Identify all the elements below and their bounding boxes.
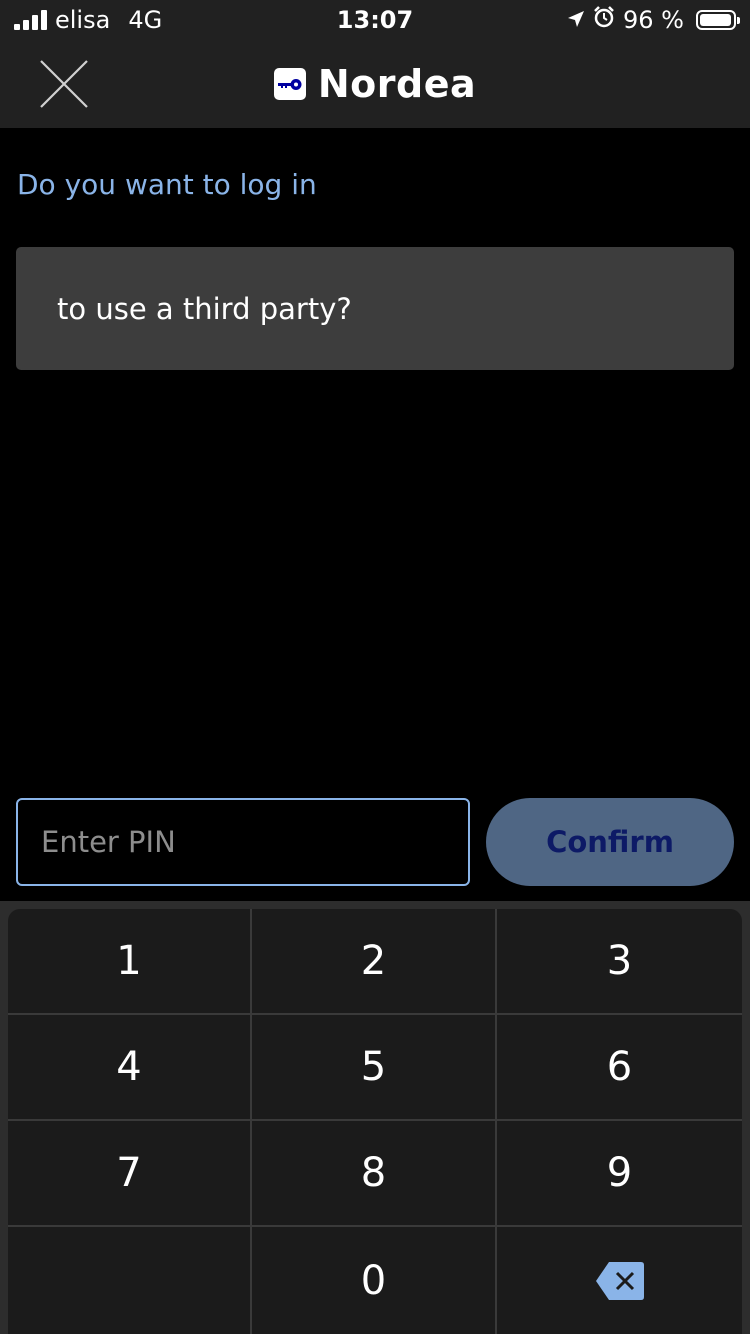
key-blank bbox=[8, 1227, 252, 1334]
battery-fill bbox=[700, 14, 731, 26]
keypad-grid: 1 2 3 4 5 6 7 8 9 0 bbox=[8, 909, 742, 1334]
pin-input[interactable] bbox=[16, 798, 470, 886]
key-4[interactable]: 4 bbox=[8, 1015, 252, 1121]
network-type: 4G bbox=[128, 6, 163, 34]
alarm-icon bbox=[593, 6, 615, 34]
carrier-name: elisa bbox=[55, 6, 111, 34]
card-text: to use a third party? bbox=[57, 291, 352, 326]
status-right: 96 % bbox=[567, 0, 740, 40]
app-header: Nordea bbox=[0, 40, 750, 128]
key-6[interactable]: 6 bbox=[497, 1015, 742, 1121]
backspace-icon bbox=[595, 1261, 644, 1300]
status-left: elisa 4G bbox=[14, 0, 162, 40]
location-arrow-icon bbox=[567, 6, 585, 34]
login-confirmation-screen: elisa 4G 13:07 96 % Nordea Do you want t… bbox=[0, 0, 750, 1334]
login-question: Do you want to log in bbox=[17, 168, 317, 201]
confirm-button[interactable]: Confirm bbox=[486, 798, 734, 886]
key-1[interactable]: 1 bbox=[8, 909, 252, 1015]
key-icon bbox=[273, 68, 306, 100]
battery-icon bbox=[696, 10, 740, 30]
third-party-card: to use a third party? bbox=[16, 247, 734, 370]
key-0[interactable]: 0 bbox=[252, 1227, 497, 1334]
key-5[interactable]: 5 bbox=[252, 1015, 497, 1121]
nordea-logo: Nordea bbox=[0, 40, 750, 128]
brand-name: Nordea bbox=[317, 62, 477, 106]
close-button[interactable] bbox=[26, 50, 102, 118]
key-7[interactable]: 7 bbox=[8, 1121, 252, 1227]
numeric-keypad: 1 2 3 4 5 6 7 8 9 0 bbox=[0, 901, 750, 1334]
key-9[interactable]: 9 bbox=[497, 1121, 742, 1227]
key-3[interactable]: 3 bbox=[497, 909, 742, 1015]
battery-percentage: 96 % bbox=[623, 6, 684, 34]
close-icon bbox=[40, 60, 88, 108]
backspace-key[interactable] bbox=[497, 1227, 742, 1334]
signal-icon bbox=[14, 10, 47, 30]
key-2[interactable]: 2 bbox=[252, 909, 497, 1015]
key-8[interactable]: 8 bbox=[252, 1121, 497, 1227]
status-bar: elisa 4G 13:07 96 % bbox=[0, 0, 750, 40]
